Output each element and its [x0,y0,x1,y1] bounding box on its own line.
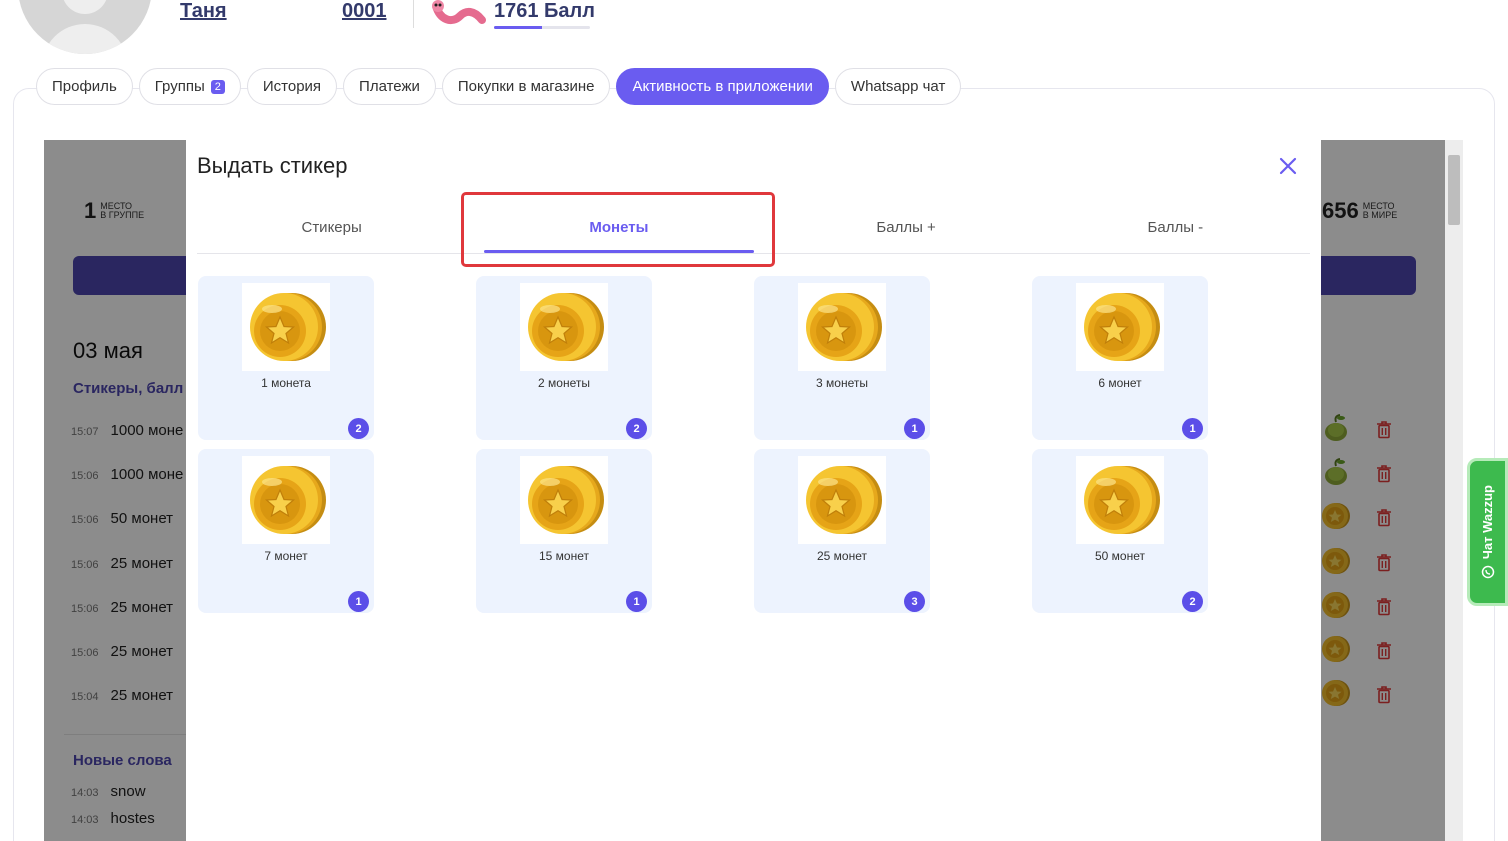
coin-card-label: 2 монеты [538,376,590,390]
close-icon[interactable] [1278,156,1298,176]
header-divider [413,0,414,28]
user-name-link[interactable]: Таня [180,0,227,23]
coin-card[interactable]: 3 монеты 1 [754,276,930,440]
coin-count-badge: 1 [348,591,369,612]
coin-card-label: 3 монеты [816,376,868,390]
groups-count-badge: 2 [210,79,225,94]
avatar [18,0,152,54]
whatsapp-icon [1481,565,1494,579]
modal-tab-stickers[interactable]: Стикеры [197,202,466,253]
coin-count-badge: 2 [348,418,369,439]
give-sticker-modal: Выдать стикер Стикеры Монеты Баллы + Бал… [186,140,1321,841]
tab-payments[interactable]: Платежи [343,68,436,105]
coin-card[interactable]: 2 монеты 2 [476,276,652,440]
tab-history[interactable]: История [246,68,338,105]
coin-icon [798,456,886,544]
tab-whatsapp-chat[interactable]: Whatsapp чат [834,68,962,105]
tab-groups[interactable]: Группы 2 [138,68,241,105]
coin-card-label: 6 монет [1098,376,1142,390]
coin-count-badge: 2 [1182,591,1203,612]
profile-tabs: Профиль Группы 2 История Платежи Покупки … [36,68,962,105]
coin-count-badge: 1 [626,591,647,612]
coin-count-badge: 3 [904,591,925,612]
coin-icon [242,456,330,544]
modal-tab-points-minus[interactable]: Баллы - [1041,202,1310,253]
tab-label: Whatsapp чат [850,78,946,95]
wazzup-chat-button[interactable]: Чат Wazzup [1467,458,1508,606]
coin-icon [520,456,608,544]
tab-label: История [262,78,322,95]
tab-app-activity[interactable]: Активность в приложении [616,68,829,105]
tab-shop-purchases[interactable]: Покупки в магазине [441,68,611,105]
tab-label: Платежи [359,78,420,95]
coin-count-badge: 1 [904,418,925,439]
coin-icon [1076,456,1164,544]
wazzup-chat-label: Чат Wazzup [1480,484,1495,560]
coin-card[interactable]: 1 монета 2 [198,276,374,440]
coin-card-label: 7 монет [264,549,308,563]
tab-label: Группы [154,78,205,95]
user-id-link[interactable]: 0001 [342,0,387,23]
coin-card[interactable]: 50 монет 2 [1032,449,1208,613]
coin-icon [242,283,330,371]
tab-profile[interactable]: Профиль [36,68,133,105]
modal-tab-points-plus[interactable]: Баллы + [772,202,1041,253]
modal-tab-coins[interactable]: Монеты [484,202,754,253]
points-value: 1761 Балл [494,0,595,22]
coin-count-badge: 2 [626,418,647,439]
coin-count-badge: 1 [1182,418,1203,439]
coin-card-label: 1 монета [261,376,311,390]
coin-card-label: 50 монет [1094,549,1145,563]
coin-card[interactable]: 15 монет 1 [476,449,652,613]
points-progress-bar [494,26,590,29]
coin-icon [1076,283,1164,371]
modal-tabs: Стикеры Монеты Баллы + Баллы - [197,202,1310,254]
coin-card[interactable]: 6 монет 1 [1032,276,1208,440]
coin-card[interactable]: 25 монет 3 [754,449,930,613]
tab-label: Профиль [52,78,117,95]
coin-icon [798,283,886,371]
scrollbar[interactable] [1445,140,1463,841]
worm-mascot-icon [432,0,486,25]
coin-icon [520,283,608,371]
coin-card-label: 25 монет [816,549,867,563]
tab-label: Покупки в магазине [457,78,595,95]
tab-label: Активность в приложении [632,78,813,95]
coin-card[interactable]: 7 монет 1 [198,449,374,613]
modal-title: Выдать стикер [197,153,348,178]
scrollbar-thumb[interactable] [1448,155,1460,225]
coin-card-label: 15 монет [538,549,589,563]
